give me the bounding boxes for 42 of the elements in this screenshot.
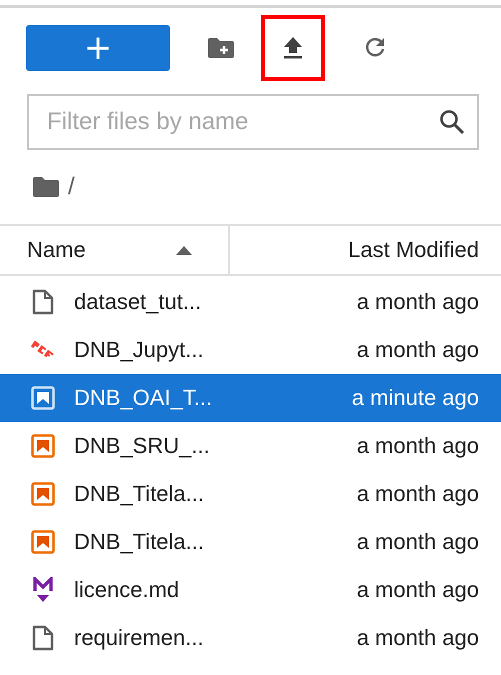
refresh-icon — [364, 37, 386, 59]
file-name: DNB_OAI_T... — [74, 385, 212, 411]
modified-column-header[interactable]: Last Modified — [230, 226, 501, 274]
notebook-icon — [30, 482, 56, 506]
file-row[interactable]: DNB_Titela... a month ago — [0, 470, 501, 518]
modified-time: a month ago — [356, 577, 479, 603]
sort-up-icon — [176, 246, 192, 254]
modified-time: a minute ago — [352, 385, 479, 411]
file-row[interactable]: DNB_Titela... a month ago — [0, 518, 501, 566]
modified-time: a month ago — [356, 433, 479, 459]
file-row[interactable]: DNB_OAI_T... a minute ago — [0, 374, 501, 422]
modified-time: a month ago — [356, 529, 479, 555]
notebook-icon — [30, 386, 56, 410]
file-row[interactable]: dataset_tut... a month ago — [0, 278, 501, 326]
file-name: DNB_Jupyt... — [74, 337, 204, 363]
name-column-header[interactable]: Name — [0, 226, 230, 274]
file-icon — [30, 625, 56, 651]
file-row[interactable]: licence.md a month ago — [0, 566, 501, 614]
file-name: dataset_tut... — [74, 289, 202, 315]
file-name: DNB_Titela... — [74, 481, 204, 507]
upload-icon — [282, 36, 304, 60]
file-row[interactable]: DNB_SRU_... a month ago — [0, 422, 501, 470]
filter-field[interactable]: Filter files by name — [27, 94, 479, 150]
modified-time: a month ago — [356, 289, 479, 315]
modified-time: a month ago — [356, 481, 479, 507]
breadcrumb-root[interactable]: / — [68, 173, 75, 201]
file-row[interactable]: DNB_Jupyt... a month ago — [0, 326, 501, 374]
file-name: DNB_Titela... — [74, 529, 204, 555]
modified-time: a month ago — [356, 625, 479, 651]
file-icon — [30, 289, 56, 315]
search-icon — [439, 109, 465, 135]
file-name: requiremen... — [74, 625, 204, 651]
file-name: DNB_SRU_... — [74, 433, 210, 459]
file-name: licence.md — [74, 577, 180, 603]
folder-plus-icon — [207, 37, 235, 59]
notebook-icon — [30, 530, 56, 554]
file-row[interactable]: requiremen... a month ago — [0, 614, 501, 662]
new-button[interactable]: + — [26, 25, 170, 71]
upload-button[interactable] — [261, 15, 325, 81]
notebook-icon — [30, 434, 56, 458]
modified-time: a month ago — [356, 337, 479, 363]
folder-icon[interactable] — [32, 176, 60, 198]
